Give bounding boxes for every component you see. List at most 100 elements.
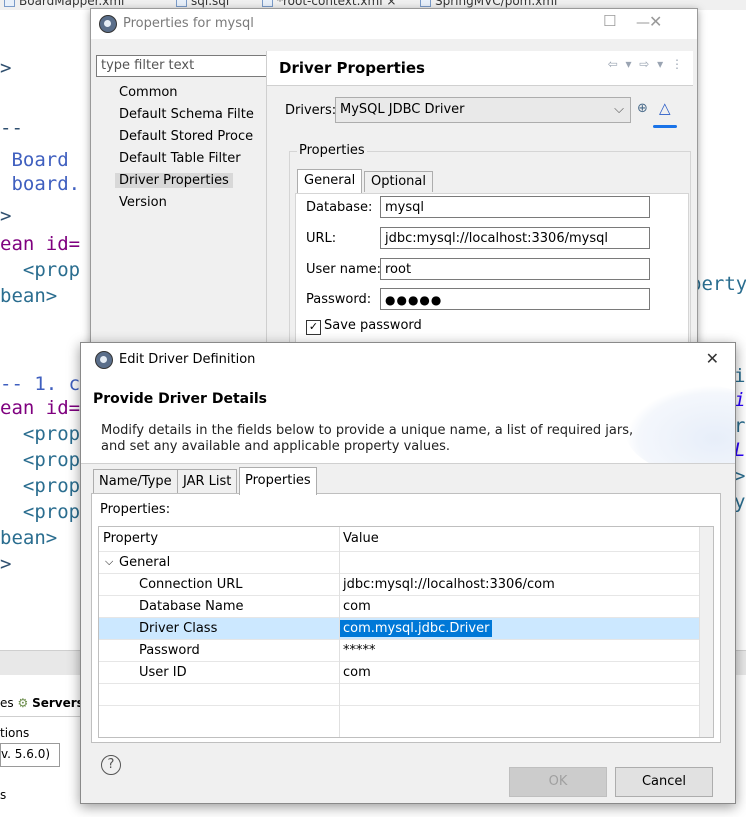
tab-label: *root-context.xml ⨯ — [277, 0, 397, 8]
tree-group-row[interactable]: ⌵ General — [99, 551, 699, 574]
code-line: > — [0, 205, 12, 227]
tab-general[interactable]: General — [297, 169, 363, 194]
column-header-property[interactable]: Property — [99, 527, 158, 551]
code-line: <prop — [0, 259, 81, 281]
driver-properties-header: Driver Properties ⇦ ▾ ⇨ ▾ ⋮ — [267, 51, 693, 86]
properties-tab-panel: Properties: Property Value ⌵ General Con… — [91, 493, 721, 743]
servers-icon: ⚙ — [17, 696, 29, 710]
code-line: ean id= — [0, 397, 81, 419]
property-value: jdbc:mysql://localhost:3306/com — [343, 577, 555, 592]
editor-tab-pom[interactable]: SpringMVC/pom.xml — [420, 0, 557, 8]
table-row[interactable]: Password ***** — [99, 639, 699, 662]
save-password-label: Save password — [324, 318, 422, 333]
properties-title-bar: Properties for mysql — ☐ ✕ — [91, 9, 697, 39]
eclipse-app-icon — [99, 15, 117, 33]
tab-name-type[interactable]: Name/Type — [93, 469, 178, 494]
server-version: v. 5.6.0) — [1, 747, 51, 761]
edit-driver-title-bar: Edit Driver Definition ✕ — [81, 343, 735, 375]
property-value: com — [343, 599, 371, 614]
new-driver-icon[interactable]: ⊕ — [637, 101, 648, 116]
code-line: board. — [0, 173, 81, 195]
close-icon[interactable]: ✕ — [649, 12, 662, 31]
properties-dialog: Properties for mysql — ☐ ✕ type filter t… — [90, 8, 698, 393]
property-table[interactable]: Property Value ⌵ General Connection URL … — [98, 526, 714, 738]
section-heading: Provide Driver Details — [93, 391, 268, 407]
property-key: Driver Class — [139, 621, 218, 636]
database-field[interactable]: mysql — [380, 196, 650, 218]
server-item-text: tions — [0, 726, 30, 740]
username-label: User name: — [306, 262, 382, 277]
nav-item-default-schema-filter[interactable]: Default Schema Filte — [119, 107, 254, 122]
nav-item-default-stored-procedure[interactable]: Default Stored Proce — [119, 129, 253, 144]
property-key: Database Name — [139, 599, 244, 614]
nav-item-common[interactable]: Common — [119, 85, 178, 100]
help-icon[interactable]: ? — [101, 755, 121, 775]
sql-file-icon — [176, 0, 187, 7]
tab-optional[interactable]: Optional — [364, 171, 433, 192]
nav-item-driver-properties[interactable]: Driver Properties — [115, 173, 233, 188]
servers-label: Servers — [32, 696, 84, 710]
edit-driver-icon[interactable]: △ — [659, 99, 671, 117]
page-title: Driver Properties — [279, 59, 425, 77]
properties-title: Properties for mysql — [123, 16, 254, 31]
tab-jar-list[interactable]: JAR List — [177, 469, 238, 494]
tab-label: BoardMapper.xml — [19, 0, 125, 8]
table-row-empty[interactable] — [99, 705, 699, 728]
code-line: > — [0, 57, 12, 79]
servers-tab[interactable]: es ⚙ Servers — [0, 696, 84, 710]
property-key: Connection URL — [139, 577, 243, 592]
password-field[interactable]: ●●●●● — [380, 288, 650, 310]
password-label: Password: — [306, 292, 372, 307]
tab-label: SpringMVC/pom.xml — [435, 0, 558, 8]
edit-driver-title: Edit Driver Definition — [119, 352, 256, 367]
xml-file-icon — [262, 0, 273, 7]
editor-tab-root-context[interactable]: *root-context.xml ⨯ — [262, 0, 396, 8]
property-value: com — [343, 665, 371, 680]
code-line: ean id= — [0, 233, 81, 255]
minimize-icon[interactable]: — — [636, 15, 650, 31]
code-line: -- — [0, 117, 23, 139]
ok-button[interactable]: OK — [509, 767, 607, 797]
vertical-scrollbar[interactable] — [699, 527, 713, 737]
property-key: Password — [139, 643, 200, 658]
code-line: > — [0, 553, 12, 575]
edit-driver-dialog: Edit Driver Definition ✕ Provide Driver … — [80, 342, 736, 804]
edit-driver-highlight — [653, 125, 677, 128]
table-row[interactable]: Connection URL jdbc:mysql://localhost:33… — [99, 573, 699, 596]
column-divider — [339, 527, 340, 737]
drivers-select[interactable]: MySQL JDBC Driver ⌵ — [335, 97, 631, 123]
table-row[interactable]: User ID com — [99, 661, 699, 684]
cancel-button[interactable]: Cancel — [615, 767, 713, 797]
tab-fragment: es — [0, 696, 14, 710]
code-fragment: perty — [690, 273, 746, 295]
history-nav-icon[interactable]: ⇦ ▾ ⇨ ▾ ⋮ — [608, 57, 685, 71]
chevron-down-icon[interactable]: ⌵ — [105, 555, 113, 569]
property-value-editor[interactable]: com.mysql.jdbc.Driver — [340, 620, 493, 637]
table-row-empty[interactable] — [99, 683, 699, 706]
chevron-down-icon: ⌵ — [614, 102, 624, 117]
tab-properties[interactable]: Properties — [239, 467, 317, 495]
code-line: <prop — [0, 449, 81, 471]
close-icon[interactable]: ✕ — [706, 349, 719, 368]
edit-driver-header: Provide Driver Details Modify details in… — [81, 375, 735, 464]
username-field[interactable]: root — [380, 258, 650, 280]
editor-tab-sql[interactable]: sql.sql — [176, 0, 229, 8]
property-key: User ID — [139, 665, 187, 680]
server-item-box[interactable]: v. 5.6.0) — [0, 743, 60, 767]
group-label: General — [119, 555, 171, 570]
url-field[interactable]: jdbc:mysql://localhost:3306/mysql — [380, 227, 650, 249]
code-line: bean> — [0, 527, 58, 549]
table-row-selected[interactable]: Driver Class com.mysql.jdbc.Driver — [99, 617, 699, 640]
code-line: <prop — [0, 475, 81, 497]
table-row[interactable]: Database Name com — [99, 595, 699, 618]
filter-input[interactable]: type filter text — [96, 55, 267, 77]
maximize-icon[interactable]: ☐ — [603, 12, 616, 30]
nav-item-default-table-filter[interactable]: Default Table Filter — [119, 151, 241, 166]
editor-tab-boardmapper[interactable]: BoardMapper.xml — [4, 0, 124, 8]
properties-caption: Properties: — [100, 502, 171, 517]
column-header-value[interactable]: Value — [339, 527, 379, 551]
nav-item-version[interactable]: Version — [119, 195, 167, 210]
save-password-checkbox[interactable]: ✓ — [306, 320, 321, 335]
xml-file-icon — [4, 0, 15, 7]
code-line: bean> — [0, 285, 58, 307]
